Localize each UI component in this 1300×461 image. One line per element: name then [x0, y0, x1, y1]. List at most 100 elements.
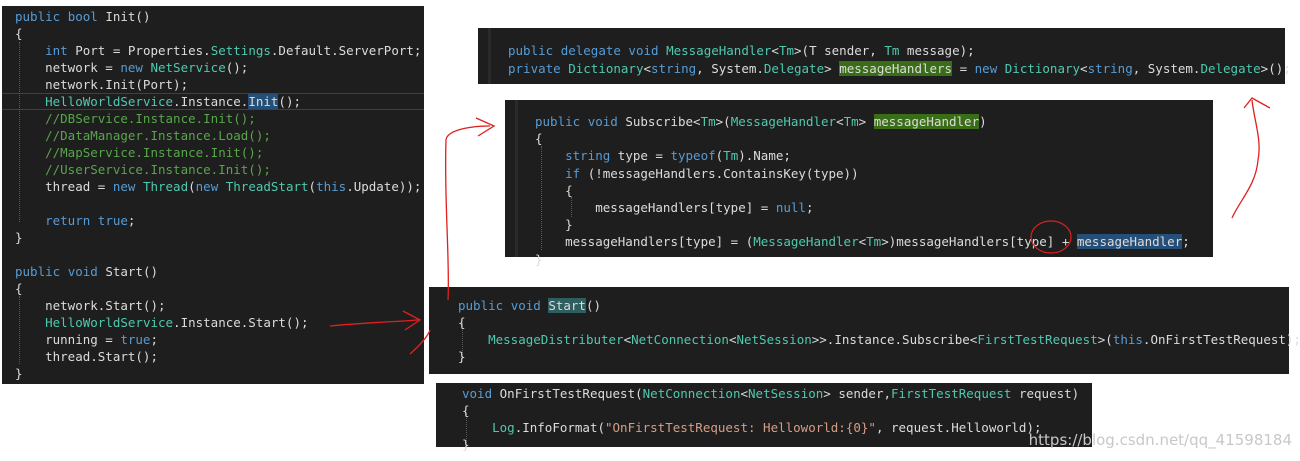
code-token: < [1080, 61, 1088, 76]
code-token: Settings [210, 43, 271, 58]
code-token: int [45, 43, 76, 58]
code-token: public [15, 9, 68, 24]
code-token: Dictionary [568, 61, 644, 76]
code-token: Start() [105, 264, 159, 279]
code-lines-delegate: public delegate void MessageHandler<Tm>(… [478, 28, 1291, 84]
code-line: //DBService.Instance.Init(); [2, 110, 424, 127]
red-arrow-to-subscribe [444, 117, 496, 301]
code-token: ; [1182, 234, 1190, 250]
code-token: , System. [1132, 61, 1201, 76]
code-panel-handler: void OnFirstTestRequest(NetConnection<Ne… [436, 383, 1092, 452]
code-token: bool [67, 9, 106, 24]
code-token: Tm [778, 43, 795, 58]
code-token: FirstTestRequest [977, 332, 1098, 347]
code-line: } [2, 229, 424, 246]
code-token: ; [805, 200, 814, 215]
code-line: { [2, 25, 424, 42]
code-token: { [535, 182, 573, 198]
code-line: network = new NetService(); [2, 59, 424, 76]
code-token: new [112, 179, 143, 194]
code-token: , System. [696, 61, 764, 76]
code-lines-handler: void OnFirstTestRequest(NetConnection<Ne… [436, 383, 1092, 452]
code-line: //UserService.Instance.Init(); [2, 161, 424, 178]
code-lines-init: public bool Init(){ int Port = Propertie… [2, 6, 424, 384]
code-token: { [462, 403, 470, 418]
code-line: MessageDistributer<NetConnection<NetSess… [429, 331, 1300, 348]
code-token: Init [248, 94, 279, 109]
code-token: type = [617, 148, 671, 164]
code-token: MessageHandler [666, 43, 772, 58]
code-line: HelloWorldService.Instance.Init(); [2, 93, 424, 110]
code-lines-subscribe: public void Subscribe<Tm>(MessageHandler… [505, 100, 1213, 267]
code-token: ThreadStart [225, 179, 309, 194]
code-line: public delegate void MessageHandler<Tm>(… [478, 42, 1285, 59]
code-token: new [974, 61, 1005, 76]
code-token: < [643, 61, 652, 76]
code-line: return true; [2, 212, 424, 229]
code-line: string type = typeof(Tm).Name; [505, 147, 1213, 164]
code-token: void [462, 386, 500, 401]
code-token: < [740, 386, 749, 401]
code-token: ).Name; [738, 148, 791, 164]
code-token: NetSession [748, 386, 824, 401]
code-line: { [505, 182, 1213, 199]
code-token: null [775, 200, 806, 215]
code-token: >>.Instance.Subscribe< [811, 332, 978, 347]
code-token: = [952, 61, 975, 76]
code-token: FirstTestRequest [891, 386, 1012, 401]
code-token: void [67, 264, 106, 279]
code-token: ( [188, 179, 196, 194]
code-line: network.Init(Port); [2, 76, 424, 93]
code-token: running = [15, 332, 121, 347]
code-token: } [535, 217, 573, 233]
code-line: } [505, 251, 1213, 268]
code-token: > [858, 114, 874, 129]
code-token: //UserService.Instance.Init(); [15, 162, 271, 177]
code-token: //DataManager.Instance.Load(); [15, 128, 271, 143]
code-line: running = true; [2, 331, 424, 348]
code-token: void [628, 43, 667, 58]
code-token: ; [150, 332, 158, 347]
code-token: void [510, 298, 549, 313]
code-token: this [316, 179, 347, 194]
code-token: void [587, 114, 626, 129]
code-token: MessageHandler [753, 234, 859, 250]
code-token: public [508, 43, 561, 58]
code-token: ; [127, 213, 136, 228]
code-line: messageHandlers[type] = (MessageHandler<… [505, 233, 1213, 250]
code-token: .Update)); [346, 179, 422, 194]
code-token: , request.Helloworld); [875, 420, 1042, 435]
code-token: .Default.ServerPort; [270, 43, 422, 58]
code-token: network.Init(Port); [15, 77, 189, 92]
code-token: >)messageHandlers[type] + [881, 234, 1077, 250]
code-token: Dictionary [1004, 61, 1081, 76]
code-token: typeof [670, 148, 716, 164]
code-token: } [462, 437, 470, 452]
code-token: delegate [560, 43, 629, 58]
code-token: { [535, 131, 543, 147]
code-token: } [535, 251, 543, 267]
code-token: Log [492, 420, 515, 435]
code-token: this [1112, 332, 1143, 347]
code-token: } [15, 366, 23, 381]
code-token: Port = Properties. [75, 43, 211, 58]
code-line: //MapService.Instance.Init(); [2, 144, 424, 161]
code-token: MessageDistributer [488, 332, 624, 347]
code-token: request) [1011, 386, 1080, 401]
code-token: messageHandlers [839, 61, 953, 76]
code-token: thread = [15, 179, 113, 194]
code-token: NetService [150, 60, 226, 75]
code-line: HelloWorldService.Instance.Start(); [2, 314, 424, 331]
code-token: Tm [866, 234, 882, 250]
code-line: public void Start() [2, 263, 424, 280]
code-token: < [858, 234, 867, 250]
code-lines-start: public void Start(){ MessageDistributer<… [429, 287, 1300, 374]
code-token: > [824, 61, 840, 76]
code-token: < [836, 114, 844, 129]
code-token: private [508, 61, 569, 76]
